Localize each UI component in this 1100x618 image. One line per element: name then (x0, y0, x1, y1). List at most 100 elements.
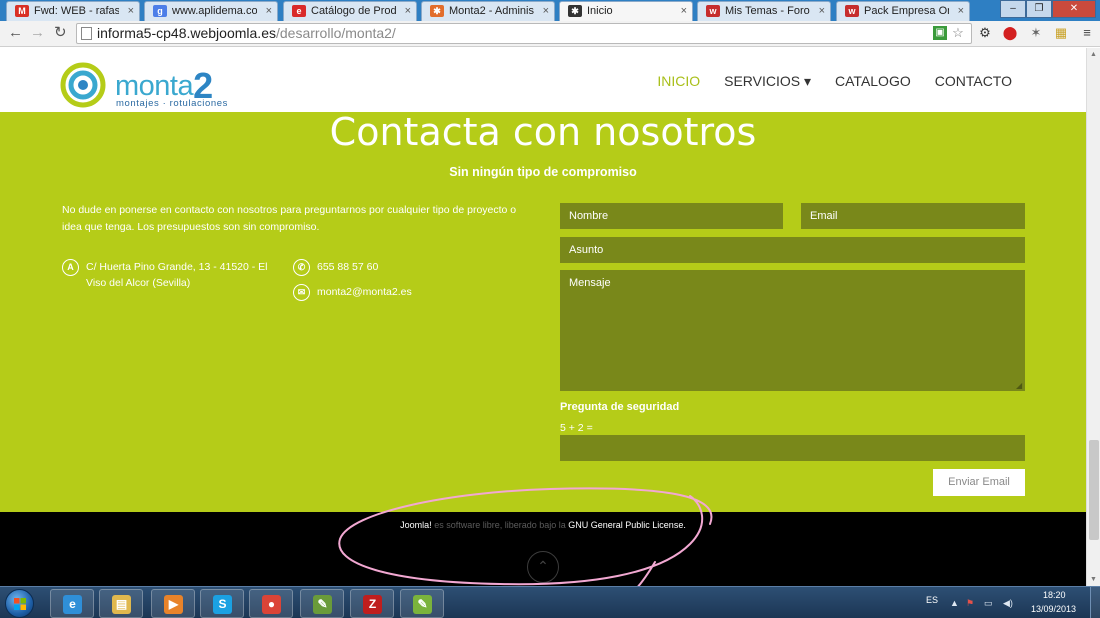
browser-tab[interactable]: g www.aplidema.com n × (144, 1, 278, 21)
back-arrow-icon[interactable]: ← (8, 25, 23, 41)
page-subtitle: Sin ningún tipo de compromiso (449, 165, 637, 179)
notes-extension-icon[interactable]: ▦ (1053, 25, 1069, 41)
name-field[interactable]: Nombre (560, 203, 783, 229)
scroll-up-arrow-icon[interactable]: ▲ (1090, 51, 1097, 58)
tab-close-icon[interactable]: × (405, 5, 411, 17)
footer-license-link[interactable]: GNU General Public License. (568, 520, 686, 530)
email-address[interactable]: monta2@monta2.es (317, 284, 412, 300)
mail-icon: ✉ (293, 284, 310, 301)
footer-joomla-link[interactable]: Joomla! (400, 520, 432, 530)
maximize-button[interactable]: ❐ (1026, 0, 1052, 18)
show-hidden-icons-icon[interactable]: ▲ (950, 598, 959, 608)
page-scrollbar[interactable]: ▲ ▼ (1086, 48, 1100, 586)
page-icon (81, 27, 92, 40)
message-field[interactable]: Mensaje (560, 270, 1025, 391)
address-bar[interactable]: informa5-cp48.webjoomla.es/desarrollo/mo… (76, 23, 972, 44)
address-line-1: C/ Huerta Pino Grande, 13 - 41520 - El (86, 261, 268, 273)
send-email-button[interactable]: Enviar Email (933, 469, 1025, 496)
extension-green-icon[interactable]: ▣ (933, 26, 947, 40)
scroll-down-arrow-icon[interactable]: ▼ (1090, 576, 1097, 583)
page-title: Contacta con nosotros (329, 110, 757, 154)
taskbar-inkscape-button[interactable]: ✎ (300, 589, 344, 618)
internet-explorer-icon: e (63, 595, 82, 614)
inkscape-icon: ✎ (313, 595, 332, 614)
forum-icon: w (706, 5, 720, 17)
scrollbar-thumb[interactable] (1089, 440, 1099, 540)
browser-tab[interactable]: w Mis Temas - Foro Joon × (697, 1, 831, 21)
menu-icon[interactable]: ≡ (1079, 25, 1095, 41)
back-to-top-button[interactable]: ⌃ (527, 551, 559, 583)
site-footer: Joomla! es software libre, liberado bajo… (0, 512, 1086, 586)
browser-tab[interactable]: e Catálogo de Producto × (283, 1, 417, 21)
tab-close-icon[interactable]: × (681, 5, 687, 17)
location-icon: A (62, 259, 79, 276)
url-path: /desarrollo/monta2/ (275, 25, 396, 41)
tab-close-icon[interactable]: × (958, 5, 964, 17)
network-icon[interactable]: ▭ (984, 598, 993, 609)
browser-tab[interactable]: M Fwd: WEB - rafasimm × (6, 1, 140, 21)
action-center-flag-icon[interactable]: ⚑ (966, 598, 974, 609)
google-icon: g (153, 5, 167, 17)
taskbar-media-player-button[interactable]: ▶ (151, 589, 195, 618)
phone-icon: ✆ (293, 259, 310, 276)
email-field[interactable]: Email (801, 203, 1025, 229)
browser-tab[interactable]: w Pack Empresa Onepag × (836, 1, 970, 21)
close-window-button[interactable]: ✕ (1052, 0, 1096, 18)
tab-label: Pack Empresa Onepag (864, 5, 949, 17)
taskbar-notepadpp-button[interactable]: ✎ (400, 589, 444, 618)
show-desktop-button[interactable] (1090, 587, 1100, 618)
browser-tab[interactable]: ✱ Monta2 - Administrac × (421, 1, 555, 21)
resize-grip-icon[interactable]: ◢ (1016, 381, 1022, 390)
nav-servicios[interactable]: SERVICIOS ▾ (724, 73, 811, 90)
subject-field[interactable]: Asunto (560, 237, 1025, 263)
nav-inicio[interactable]: INICIO (657, 73, 700, 90)
taskbar-file-explorer-button[interactable]: ▤ (99, 589, 143, 618)
notepadpp-icon: ✎ (413, 595, 432, 614)
browser-tab-strip: M Fwd: WEB - rafasimm × g www.aplidema.com n… (0, 0, 1100, 21)
windows-taskbar: ES ▲ ⚑ ▭ ◀) 18:20 13/09/2013 e ▤ ▶ S ● ✎ Z ✎ (0, 586, 1100, 618)
volume-icon[interactable]: ◀) (1003, 598, 1013, 609)
url-host: informa5-cp48.webjoomla.es (97, 25, 276, 41)
security-question: 5 + 2 = (560, 422, 593, 434)
taskbar-skype-button[interactable]: S (200, 589, 244, 618)
tab-close-icon[interactable]: × (543, 5, 549, 17)
browser-tab[interactable]: ✱ Inicio × (559, 1, 693, 21)
extension-puzzle-icon[interactable]: ✶ (1028, 25, 1044, 41)
taskbar-internet-explorer-button[interactable]: e (50, 589, 94, 618)
address-line-2: Viso del Alcor (Sevilla) (86, 277, 191, 289)
bookmark-star-icon[interactable]: ☆ (950, 25, 966, 41)
minimize-button[interactable]: – (1000, 0, 1026, 18)
tab-label: www.aplidema.com n (172, 5, 257, 17)
taskbar-chrome-button[interactable]: ● (249, 589, 293, 618)
clock-time[interactable]: 18:20 (1043, 590, 1066, 600)
phone-number: 655 88 57 60 (317, 261, 379, 273)
security-answer-field[interactable] (560, 435, 1025, 461)
site-logo[interactable]: monta2 montajes · rotulaciones (60, 62, 230, 110)
filezilla-icon: Z (363, 595, 382, 614)
nav-catalogo[interactable]: CATALOGO (835, 73, 911, 90)
clock-date[interactable]: 13/09/2013 (1031, 604, 1076, 614)
windows-logo-icon (14, 598, 26, 610)
tab-close-icon[interactable]: × (128, 5, 134, 17)
gear-icon[interactable]: ⚙ (977, 25, 993, 41)
joomla-icon: ✱ (568, 5, 582, 17)
tab-label: Fwd: WEB - rafasimm (34, 5, 119, 17)
forward-arrow-icon[interactable]: → (30, 25, 45, 41)
tab-close-icon[interactable]: × (819, 5, 825, 17)
footer-middle-text: es software libre, liberado bajo la (431, 520, 569, 530)
nav-contacto[interactable]: CONTACTO (935, 73, 1012, 90)
reload-icon[interactable]: ↻ (54, 25, 67, 41)
taskbar-filezilla-button[interactable]: Z (350, 589, 394, 618)
language-indicator[interactable]: ES (926, 595, 938, 605)
start-button[interactable] (5, 589, 34, 618)
tab-close-icon[interactable]: × (266, 5, 272, 17)
media-player-icon: ▶ (164, 595, 183, 614)
system-tray: ES ▲ ⚑ ▭ ◀) 18:20 13/09/2013 (900, 587, 1100, 618)
security-question-label: Pregunta de seguridad (560, 401, 680, 413)
browser-toolbar: ← → ↻ informa5-cp48.webjoomla.es/desarro… (0, 21, 1100, 47)
skype-icon: S (213, 595, 232, 614)
logo-spiral-icon (60, 62, 106, 108)
window-controls: – ❐ ✕ (1000, 0, 1096, 18)
adblock-icon[interactable]: ⬤ (1002, 25, 1018, 41)
tab-label: Inicio (587, 5, 613, 17)
